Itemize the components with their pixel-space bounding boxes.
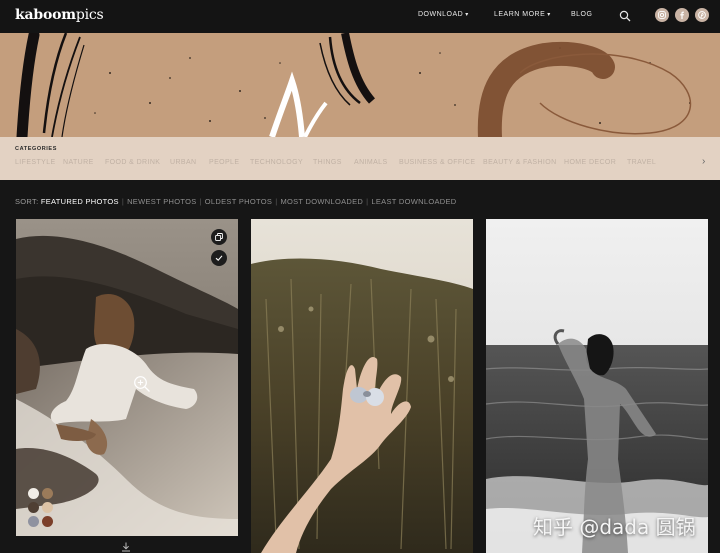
category-travel[interactable]: TRAVEL (627, 159, 656, 166)
nav-blog-label: BLOG (571, 11, 593, 18)
chevron-down-icon: ▾ (547, 12, 551, 18)
nav-learn-more-label: LEARN MORE (494, 11, 546, 18)
palette-swatch[interactable] (28, 502, 39, 513)
sort-separator: | (199, 197, 202, 206)
photo-card-woman-crouching-on-beach[interactable] (16, 219, 238, 536)
photo-card-hand-with-ring-in-grass[interactable] (251, 219, 473, 553)
palette-swatch[interactable] (42, 516, 53, 527)
category-urban[interactable]: URBAN (170, 159, 197, 166)
categories-bar: CATEGORIES LIFESTYLE NATURE FOOD & DRINK… (0, 137, 720, 180)
sort-oldest-photos[interactable]: OLDEST PHOTOS (205, 197, 272, 206)
nav-learn-more[interactable]: LEARN MORE ▾ (494, 11, 551, 18)
top-navigation-bar: kaboompics DOWNLOAD ▾ LEARN MORE ▾ BLOG (0, 0, 720, 33)
categories-title: CATEGORIES (15, 146, 57, 152)
category-nature[interactable]: NATURE (63, 159, 94, 166)
watermark-text: 知乎 @dada 圆锅 (533, 515, 696, 539)
instagram-icon[interactable] (655, 8, 669, 22)
sort-separator: | (366, 197, 369, 206)
photo-hand-with-ring-in-grass (251, 219, 473, 553)
nav-blog[interactable]: BLOG (571, 11, 592, 18)
category-home-decor[interactable]: HOME DECOR (564, 159, 616, 166)
palette-swatch[interactable] (28, 516, 39, 527)
category-beauty-fashion[interactable]: BEAUTY & FASHION (483, 159, 557, 166)
category-lifestyle[interactable]: LIFESTYLE (15, 159, 56, 166)
sort-bar: SORT: FEATURED PHOTOS | NEWEST PHOTOS | OLDE… (15, 197, 457, 206)
palette-swatch[interactable] (28, 488, 39, 499)
photo-card-woman-in-sea-black-white[interactable] (486, 219, 708, 553)
search-icon[interactable] (619, 9, 631, 22)
logo-light-text: pics (75, 7, 104, 23)
zoom-in-icon[interactable] (133, 375, 151, 398)
chevron-right-icon[interactable]: › (702, 156, 705, 167)
sort-newest-photos[interactable]: NEWEST PHOTOS (127, 197, 196, 206)
sort-least-downloaded[interactable]: LEAST DOWNLOADED (371, 197, 456, 206)
category-food-drink[interactable]: FOOD & DRINK (105, 159, 160, 166)
kaboompics-logo[interactable]: kaboompics (15, 7, 104, 23)
nav-download-label: DOWNLOAD (418, 11, 464, 18)
palette-swatch[interactable] (42, 488, 53, 499)
nav-download[interactable]: DOWNLOAD ▾ (418, 11, 469, 18)
photo-woman-in-sea-black-white (486, 219, 708, 553)
hero-banner (0, 33, 720, 137)
sort-separator: | (275, 197, 278, 206)
category-technology[interactable]: TECHNOLOGY (250, 159, 303, 166)
sort-most-downloaded[interactable]: MOST DOWNLOADED (280, 197, 363, 206)
category-things[interactable]: THINGS (313, 159, 342, 166)
hero-artwork (0, 33, 720, 137)
download-icon[interactable] (121, 539, 131, 553)
category-animals[interactable]: ANIMALS (354, 159, 388, 166)
sort-featured-photos[interactable]: FEATURED PHOTOS (41, 197, 119, 206)
copy-icon[interactable] (211, 229, 227, 245)
palette-swatch[interactable] (42, 502, 53, 513)
category-business-office[interactable]: BUSINESS & OFFICE (399, 159, 475, 166)
check-icon[interactable] (211, 250, 227, 266)
facebook-icon[interactable] (675, 8, 689, 22)
logo-bold-text: kaboom (15, 7, 76, 23)
sort-label: SORT: (15, 197, 39, 206)
sort-separator: | (121, 197, 125, 206)
pinterest-icon[interactable] (695, 8, 709, 22)
chevron-down-icon: ▾ (465, 12, 469, 18)
category-people[interactable]: PEOPLE (209, 159, 239, 166)
